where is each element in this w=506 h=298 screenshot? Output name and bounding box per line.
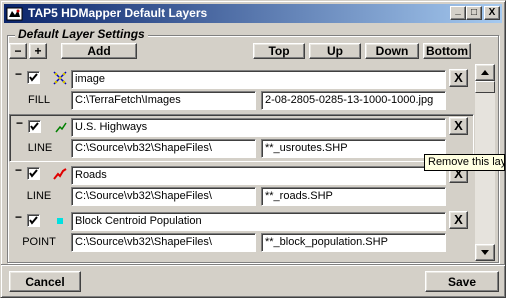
checkmark-icon <box>29 73 38 82</box>
close-icon: X <box>488 7 496 18</box>
remove-layer-button[interactable]: X <box>449 117 468 135</box>
layer-path-field[interactable]: C:\Source\vb32\ShapeFiles\ <box>71 187 256 206</box>
layer-row-image: − image X FILL C:\TerraFetch\Images 2-08… <box>9 66 474 114</box>
collapse-all-button[interactable]: − <box>9 43 27 59</box>
layer-file-field[interactable]: **_roads.SHP <box>261 187 446 206</box>
layer-type-label: POINT <box>22 236 56 248</box>
group-title: Default Layer Settings <box>15 27 148 41</box>
layer-file-field[interactable]: 2-08-2805-0285-13-1000-1000.jpg <box>261 91 446 110</box>
close-icon: X <box>454 118 463 133</box>
layer-name-field[interactable]: Roads <box>71 166 446 185</box>
expand-all-label: + <box>34 44 42 58</box>
add-layer-button[interactable]: Add <box>61 43 137 59</box>
cancel-button[interactable]: Cancel <box>9 271 81 292</box>
app-icon <box>6 5 23 22</box>
layer-collapse-toggle[interactable]: − <box>15 68 22 80</box>
collapse-all-label: − <box>14 44 22 58</box>
layer-row-us-highways: − U.S. Highways X LINE C:\Source\vb32\Sh… <box>9 114 474 162</box>
remove-layer-button[interactable]: X <box>449 69 468 87</box>
layer-visible-checkbox[interactable] <box>28 120 41 133</box>
layer-type-label: LINE <box>27 142 53 154</box>
close-icon: X <box>454 70 463 85</box>
layer-file-field[interactable]: **_usroutes.SHP <box>261 139 446 158</box>
footer-separator <box>1 264 505 266</box>
layer-file-field[interactable]: **_block_population.SHP <box>261 233 446 252</box>
close-window-button[interactable]: X <box>484 6 500 20</box>
remove-layer-tooltip: Remove this laye <box>424 154 505 171</box>
layer-row-roads: − Roads X LINE C:\Source\vb32\ShapeFiles… <box>9 162 474 210</box>
remove-layer-button[interactable]: X <box>449 211 468 229</box>
maximize-button[interactable]: □ <box>466 6 482 20</box>
expand-all-button[interactable]: + <box>29 43 47 59</box>
arrow-up-icon <box>481 70 489 75</box>
cyan-point-icon <box>52 213 68 229</box>
layer-collapse-toggle[interactable]: − <box>15 211 22 223</box>
layer-name-field[interactable]: U.S. Highways <box>71 118 446 137</box>
dialog-window: TAP5 HDMapper Default Layers _ □ X Defau… <box>0 0 506 298</box>
add-label: Add <box>87 44 111 58</box>
up-label: Up <box>327 44 343 58</box>
image-layer-icon <box>52 70 68 86</box>
scroll-down-button[interactable] <box>475 244 495 261</box>
move-up-button[interactable]: Up <box>309 43 361 59</box>
top-label: Top <box>268 44 290 58</box>
window-title: TAP5 HDMapper Default Layers <box>28 6 208 20</box>
layer-path-field[interactable]: C:\Source\vb32\ShapeFiles\ <box>71 139 256 158</box>
move-top-button[interactable]: Top <box>253 43 305 59</box>
cancel-label: Cancel <box>25 274 65 289</box>
move-down-button[interactable]: Down <box>365 43 419 59</box>
red-line-icon <box>52 166 68 182</box>
layer-collapse-toggle[interactable]: − <box>15 164 22 176</box>
move-bottom-button[interactable]: Bottom <box>423 43 471 59</box>
green-line-icon <box>53 119 69 135</box>
layer-type-label: LINE <box>26 190 52 202</box>
layer-path-field[interactable]: C:\Source\vb32\ShapeFiles\ <box>71 233 256 252</box>
bottom-label: Bottom <box>426 44 468 58</box>
checkmark-icon <box>30 122 39 131</box>
arrow-down-icon <box>481 250 489 255</box>
layer-visible-checkbox[interactable] <box>27 167 40 180</box>
layer-list: − image X FILL C:\TerraFetch\Images 2-08… <box>9 64 474 261</box>
checkmark-icon <box>29 169 38 178</box>
checkmark-icon <box>29 216 38 225</box>
save-label: Save <box>447 274 477 289</box>
minimize-icon: _ <box>455 5 461 16</box>
down-label: Down <box>375 44 409 58</box>
title-bar[interactable]: TAP5 HDMapper Default Layers _ □ X <box>4 4 502 23</box>
layer-name-field[interactable]: image <box>71 70 446 89</box>
layer-path-field[interactable]: C:\TerraFetch\Images <box>71 91 256 110</box>
layer-collapse-toggle[interactable]: − <box>16 117 23 129</box>
scroll-up-button[interactable] <box>475 64 495 81</box>
save-button[interactable]: Save <box>425 271 499 292</box>
layer-row-block-centroid: − Block Centroid Population X POINT C:\S… <box>9 209 474 257</box>
scroll-thumb[interactable] <box>475 81 495 93</box>
layer-visible-checkbox[interactable] <box>27 214 40 227</box>
minimize-button[interactable]: _ <box>450 6 466 20</box>
close-icon: X <box>454 212 463 227</box>
layer-name-field[interactable]: Block Centroid Population <box>71 212 446 231</box>
layer-visible-checkbox[interactable] <box>27 71 40 84</box>
maximize-icon: □ <box>470 7 478 18</box>
layer-type-label: FILL <box>27 94 50 106</box>
